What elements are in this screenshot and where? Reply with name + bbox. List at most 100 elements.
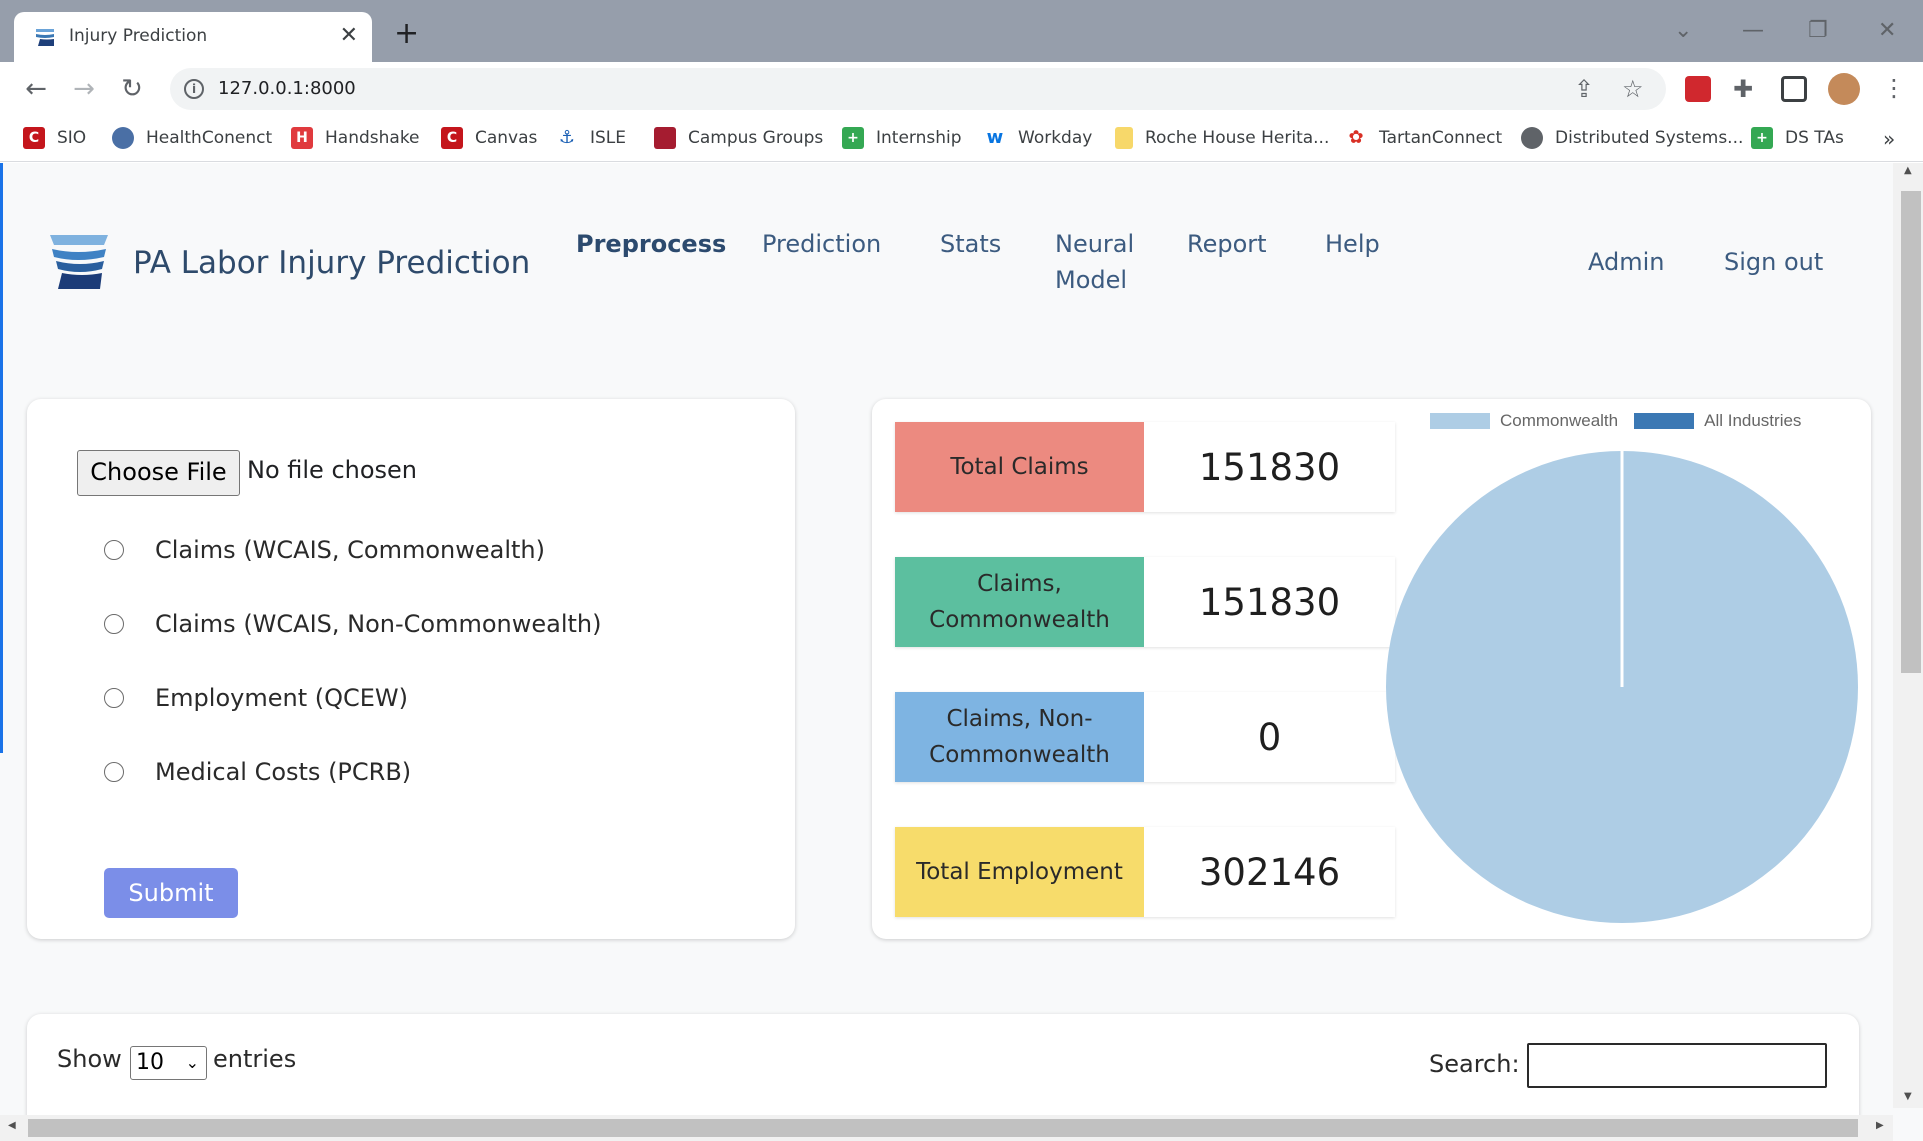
stat-value: 302146 xyxy=(1144,827,1395,917)
back-icon[interactable]: ← xyxy=(18,71,54,107)
radio-button[interactable] xyxy=(104,688,124,708)
site-info-icon[interactable]: i xyxy=(184,79,204,99)
handshake-icon: H xyxy=(291,127,313,149)
bookmark-star-icon[interactable]: ☆ xyxy=(1622,74,1644,104)
legend-label-commonwealth[interactable]: Commonwealth xyxy=(1500,411,1618,431)
bookmark-label: DS TAs xyxy=(1785,128,1844,148)
sheets-icon: + xyxy=(842,127,864,149)
vertical-scrollbar[interactable]: ▲ ▼ xyxy=(1893,163,1923,1108)
legend-swatch-all-industries[interactable] xyxy=(1634,413,1695,429)
radio-label: Medical Costs (PCRB) xyxy=(155,758,412,786)
option-employment[interactable]: Employment (QCEW) xyxy=(104,684,408,712)
bookmark-handshake[interactable]: H Handshake xyxy=(291,127,420,149)
canvas-icon: C xyxy=(441,127,463,149)
radio-button[interactable] xyxy=(104,762,124,782)
legend-label-all-industries[interactable]: All Industries xyxy=(1704,411,1801,431)
browser-tab[interactable]: Injury Prediction ✕ xyxy=(14,12,372,62)
bookmark-label: Canvas xyxy=(475,128,538,148)
bookmarks-overflow-icon[interactable]: » xyxy=(1883,127,1895,151)
search-label: Search: xyxy=(1429,1050,1520,1078)
bookmark-roche-house[interactable]: Roche House Herita... xyxy=(1115,127,1329,149)
nav-stats[interactable]: Stats xyxy=(940,226,1001,262)
forward-icon[interactable]: → xyxy=(66,71,102,107)
close-tab-icon[interactable]: ✕ xyxy=(340,22,358,50)
nav-neural-model[interactable]: Neural Model xyxy=(1055,226,1155,298)
entries-value: 10 xyxy=(136,1050,164,1075)
new-tab-button[interactable]: + xyxy=(394,18,419,50)
extension-lastpass-icon[interactable] xyxy=(1685,76,1711,102)
bookmark-canvas[interactable]: C Canvas xyxy=(441,127,537,149)
entries-label: entries xyxy=(213,1045,297,1073)
globe-icon xyxy=(1521,127,1543,149)
bookmark-distributed-systems[interactable]: Distributed Systems... xyxy=(1521,127,1743,149)
bookmark-label: Handshake xyxy=(325,128,420,148)
stat-value: 0 xyxy=(1144,692,1395,782)
profile-avatar[interactable] xyxy=(1828,73,1860,105)
entries-per-page-select[interactable]: 10 ⌄ xyxy=(130,1046,207,1080)
nav-preprocess[interactable]: Preprocess xyxy=(576,226,726,262)
brand-title[interactable]: PA Labor Injury Prediction xyxy=(133,245,530,281)
bookmark-workday[interactable]: w Workday xyxy=(984,127,1093,149)
tab-search-icon[interactable]: ⌄ xyxy=(1674,16,1692,46)
scroll-down-icon[interactable]: ▼ xyxy=(1904,1091,1912,1102)
nav-sign-out[interactable]: Sign out xyxy=(1724,244,1823,280)
stat-value: 151830 xyxy=(1144,422,1395,512)
nav-prediction[interactable]: Prediction xyxy=(762,226,881,262)
radio-label: Claims (WCAIS, Non-Commonwealth) xyxy=(155,610,602,638)
horizontal-scroll-thumb[interactable] xyxy=(28,1119,1858,1137)
left-accent-bar xyxy=(0,163,3,753)
bookmark-isle[interactable]: ⚓ ISLE xyxy=(556,127,626,149)
bookmark-tartanconnect[interactable]: ✿ TartanConnect xyxy=(1345,127,1502,149)
tartanconnect-icon: ✿ xyxy=(1348,127,1364,148)
nav-admin[interactable]: Admin xyxy=(1588,244,1665,280)
horizontal-scrollbar[interactable]: ◀ ▶ xyxy=(0,1115,1893,1141)
restore-icon[interactable]: ❐ xyxy=(1808,16,1828,46)
option-medical-costs[interactable]: Medical Costs (PCRB) xyxy=(104,758,411,786)
bookmark-campus-groups[interactable]: Campus Groups xyxy=(654,127,823,149)
close-window-icon[interactable]: ✕ xyxy=(1878,16,1896,46)
radio-button[interactable] xyxy=(104,540,124,560)
stats-card: Total Claims 151830 Claims, Commonwealth… xyxy=(872,399,1871,939)
pa-keystone-logo-icon xyxy=(50,235,108,289)
nav-report[interactable]: Report xyxy=(1187,226,1267,262)
browser-toolbar: ← → ↻ i 127.0.0.1:8000 ⇪ ☆ ✚ ⋮ xyxy=(0,62,1923,116)
share-icon[interactable]: ⇪ xyxy=(1574,74,1594,104)
radio-label: Employment (QCEW) xyxy=(155,684,408,712)
stat-label: Claims, Commonwealth xyxy=(895,557,1144,647)
bookmark-label: ISLE xyxy=(590,128,627,148)
bookmark-label: HealthConenct xyxy=(146,128,273,148)
bookmark-ds-tas[interactable]: + DS TAs xyxy=(1751,127,1844,149)
stat-label: Total Claims xyxy=(895,422,1144,512)
sheets-icon: + xyxy=(1751,127,1773,149)
vertical-scroll-thumb[interactable] xyxy=(1901,191,1921,673)
option-claims-non-commonwealth[interactable]: Claims (WCAIS, Non-Commonwealth) xyxy=(104,610,602,638)
radio-label: Claims (WCAIS, Commonwealth) xyxy=(155,536,545,564)
nav-help[interactable]: Help xyxy=(1325,226,1380,262)
file-status: No file chosen xyxy=(247,456,418,484)
option-claims-commonwealth[interactable]: Claims (WCAIS, Commonwealth) xyxy=(104,536,545,564)
legend-swatch-commonwealth[interactable] xyxy=(1430,413,1490,429)
choose-file-button[interactable]: Choose File xyxy=(77,450,240,496)
scroll-right-icon[interactable]: ▶ xyxy=(1876,1120,1884,1131)
bookmark-internship[interactable]: + Internship xyxy=(842,127,962,149)
bookmark-label: Campus Groups xyxy=(688,128,824,148)
radio-button[interactable] xyxy=(104,614,124,634)
bookmark-sio[interactable]: C SIO xyxy=(23,127,86,149)
minimize-icon[interactable]: — xyxy=(1742,16,1764,46)
address-bar[interactable]: i 127.0.0.1:8000 ⇪ ☆ xyxy=(170,68,1666,110)
reload-icon[interactable]: ↻ xyxy=(114,71,150,107)
url-text[interactable]: 127.0.0.1:8000 xyxy=(218,78,356,99)
browser-menu-icon[interactable]: ⋮ xyxy=(1882,73,1906,103)
submit-button[interactable]: Submit xyxy=(104,868,238,918)
stat-claims-commonwealth: Claims, Commonwealth 151830 xyxy=(895,557,1395,647)
scroll-left-icon[interactable]: ◀ xyxy=(8,1120,16,1131)
scroll-up-icon[interactable]: ▲ xyxy=(1904,165,1912,176)
stat-claims-non-commonwealth: Claims, Non-Commonwealth 0 xyxy=(895,692,1395,782)
workday-icon: w xyxy=(986,127,1004,148)
extensions-puzzle-icon[interactable]: ✚ xyxy=(1733,76,1759,102)
bookmark-healthconenct[interactable]: HealthConenct xyxy=(112,127,272,149)
reading-mode-icon[interactable] xyxy=(1781,76,1807,102)
sio-icon: C xyxy=(23,127,45,149)
search-input[interactable] xyxy=(1527,1043,1827,1088)
folder-icon xyxy=(1115,127,1133,149)
